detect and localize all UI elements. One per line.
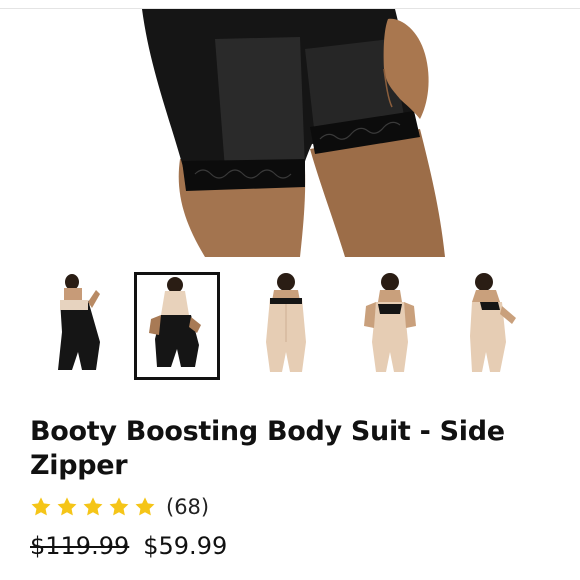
price-block: $119.99 $59.99 (30, 532, 227, 560)
thumbnail-4[interactable] (348, 272, 434, 380)
thumbnail-5[interactable] (446, 272, 532, 380)
rating-stars (30, 496, 160, 518)
thumbnail-3[interactable] (244, 272, 330, 380)
main-product-image[interactable] (0, 9, 580, 257)
thumbnail-2[interactable] (134, 272, 220, 380)
thumbnail-1[interactable] (38, 272, 124, 380)
sale-price: $59.99 (143, 532, 228, 560)
product-rating[interactable]: (68) (30, 492, 209, 522)
star-icon (31, 497, 51, 516)
star-icon (135, 497, 155, 516)
original-price: $119.99 (30, 532, 130, 560)
product-title: Booty Boosting Body Suit - Side Zipper (30, 416, 505, 481)
rating-count: (68) (166, 495, 210, 519)
star-icon (109, 497, 129, 516)
star-icon (83, 497, 103, 516)
thumbnail-gallery (0, 262, 580, 392)
star-icon (57, 497, 77, 516)
